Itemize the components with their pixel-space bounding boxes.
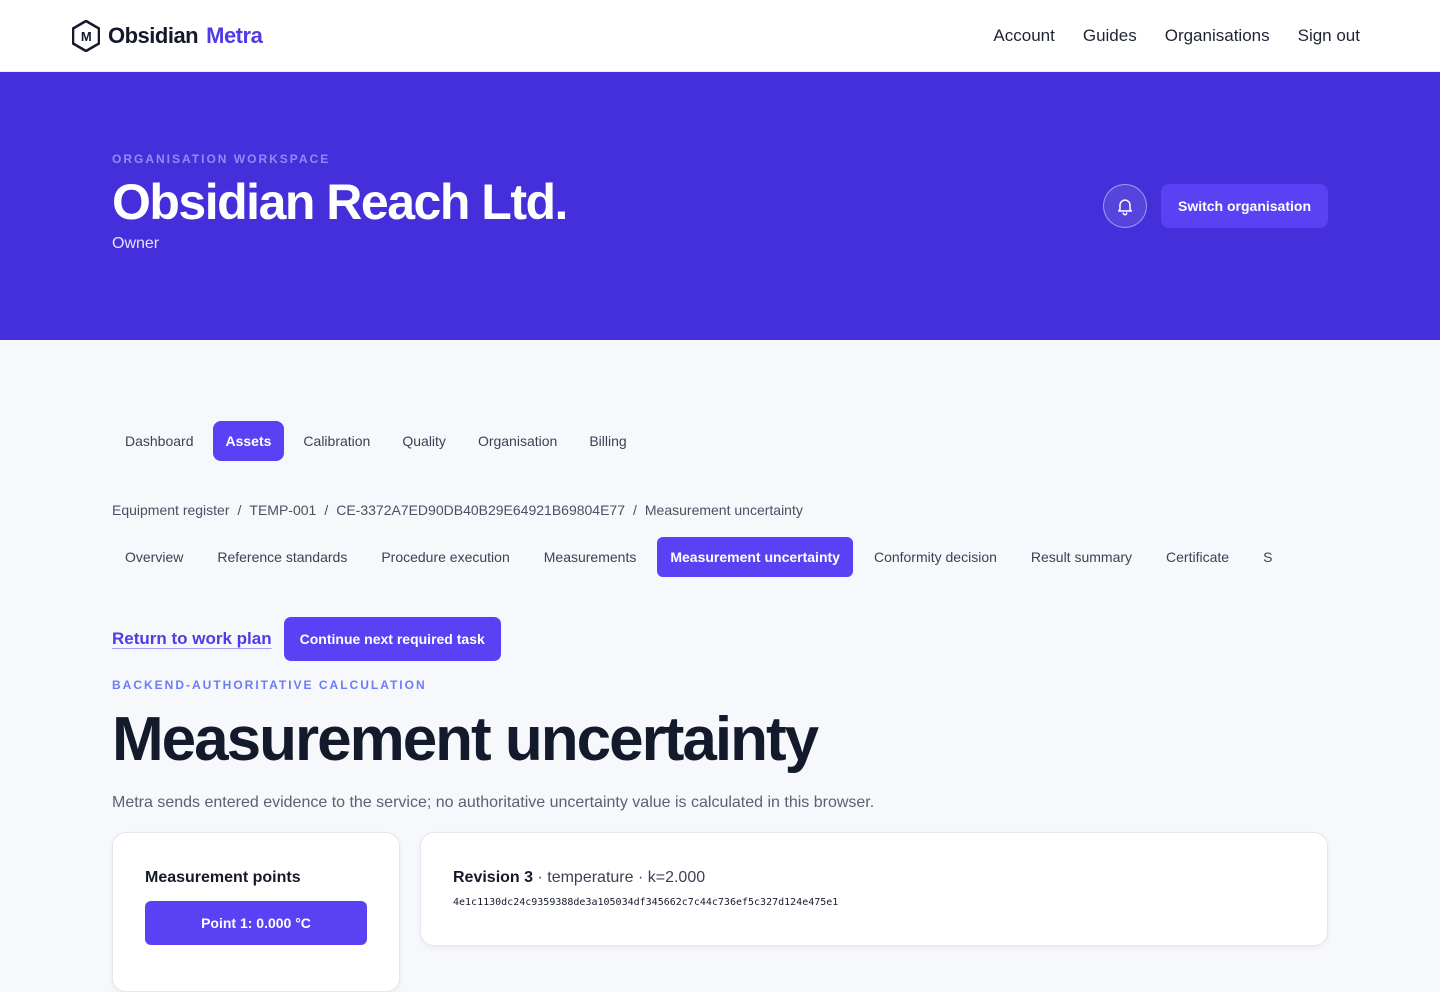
calibration-sub-tabs: Overview Reference standards Procedure e… <box>112 537 1328 577</box>
top-nav: Account Guides Organisations Sign out <box>993 26 1360 46</box>
nav-organisations[interactable]: Organisations <box>1165 26 1270 46</box>
breadcrumb-separator: / <box>633 502 637 518</box>
subtab-measurement-uncertainty[interactable]: Measurement uncertainty <box>657 537 853 577</box>
nav-guides[interactable]: Guides <box>1083 26 1137 46</box>
org-hero: ORGANISATION WORKSPACE Obsidian Reach Lt… <box>0 72 1440 340</box>
bell-icon <box>1117 199 1132 216</box>
subtab-certificate[interactable]: Certificate <box>1153 537 1242 577</box>
subtab-overview[interactable]: Overview <box>112 537 196 577</box>
subtab-conformity-decision[interactable]: Conformity decision <box>861 537 1010 577</box>
hero-eyebrow: ORGANISATION WORKSPACE <box>112 152 331 166</box>
org-role: Owner <box>112 234 160 252</box>
breadcrumb-separator: / <box>237 502 242 518</box>
revision-hash: 4e1c1130dc24c9359388de3a105034df345662c7… <box>453 897 839 908</box>
main-tabs: Dashboard Assets Calibration Quality Org… <box>112 421 640 461</box>
breadcrumb-asset-id[interactable]: TEMP-001 <box>249 502 316 518</box>
subtab-reference-standards[interactable]: Reference standards <box>204 537 360 577</box>
top-bar: M Obsidian Metra Account Guides Organisat… <box>0 0 1440 72</box>
notifications-button[interactable] <box>1102 184 1147 228</box>
tab-dashboard[interactable]: Dashboard <box>112 421 207 461</box>
subtab-result-summary[interactable]: Result summary <box>1018 537 1145 577</box>
brand-logo[interactable]: M Obsidian Metra <box>72 19 263 52</box>
breadcrumb-current: Measurement uncertainty <box>644 502 803 518</box>
brand-name: Obsidian <box>108 22 199 48</box>
switch-organisation-button[interactable]: Switch organisation <box>1160 184 1328 228</box>
hero-actions: Switch organisation <box>1102 184 1328 228</box>
revision-card: Revision 3 · temperature · k=2.000 4e1c1… <box>420 832 1328 946</box>
measurement-points-title: Measurement points <box>145 869 301 886</box>
tab-assets[interactable]: Assets <box>212 421 285 461</box>
return-to-work-plan-link[interactable]: Return to work plan <box>112 629 272 649</box>
nav-account[interactable]: Account <box>993 26 1054 46</box>
subtab-procedure-execution[interactable]: Procedure execution <box>368 537 522 577</box>
revision-label: Revision 3 <box>453 869 534 886</box>
page-title: Measurement uncertainty <box>112 705 819 774</box>
subtab-overflow[interactable]: S <box>1250 537 1285 577</box>
revision-line: Revision 3 · temperature · k=2.000 <box>453 869 1295 887</box>
breadcrumb-event-id[interactable]: CE-3372A7ED90DB40B29E64921B69804E77 <box>336 502 625 518</box>
hexagon-logo-icon: M <box>72 19 100 52</box>
tab-billing[interactable]: Billing <box>576 421 639 461</box>
breadcrumb-separator: / <box>324 502 329 518</box>
continue-next-task-button[interactable]: Continue next required task <box>283 617 501 661</box>
task-actions: Return to work plan Continue next requir… <box>112 617 501 661</box>
tab-calibration[interactable]: Calibration <box>290 421 383 461</box>
breadcrumb-equipment-register[interactable]: Equipment register <box>112 502 230 518</box>
nav-sign-out[interactable]: Sign out <box>1298 26 1360 46</box>
page-description: Metra sends entered evidence to the serv… <box>112 794 875 811</box>
svg-text:M: M <box>81 29 91 44</box>
tab-quality[interactable]: Quality <box>389 421 459 461</box>
revision-details: · temperature · k=2.000 <box>533 869 706 886</box>
point-1-button[interactable]: Point 1: 0.000 °C <box>145 901 367 945</box>
tab-organisation[interactable]: Organisation <box>465 421 570 461</box>
section-eyebrow: BACKEND-AUTHORITATIVE CALCULATION <box>112 678 427 692</box>
subtab-measurements[interactable]: Measurements <box>531 537 650 577</box>
breadcrumb: Equipment register / TEMP-001 / CE-3372A… <box>112 502 803 518</box>
brand-name-accent: Metra <box>206 22 263 48</box>
measurement-points-card: Measurement points Point 1: 0.000 °C <box>112 832 400 992</box>
